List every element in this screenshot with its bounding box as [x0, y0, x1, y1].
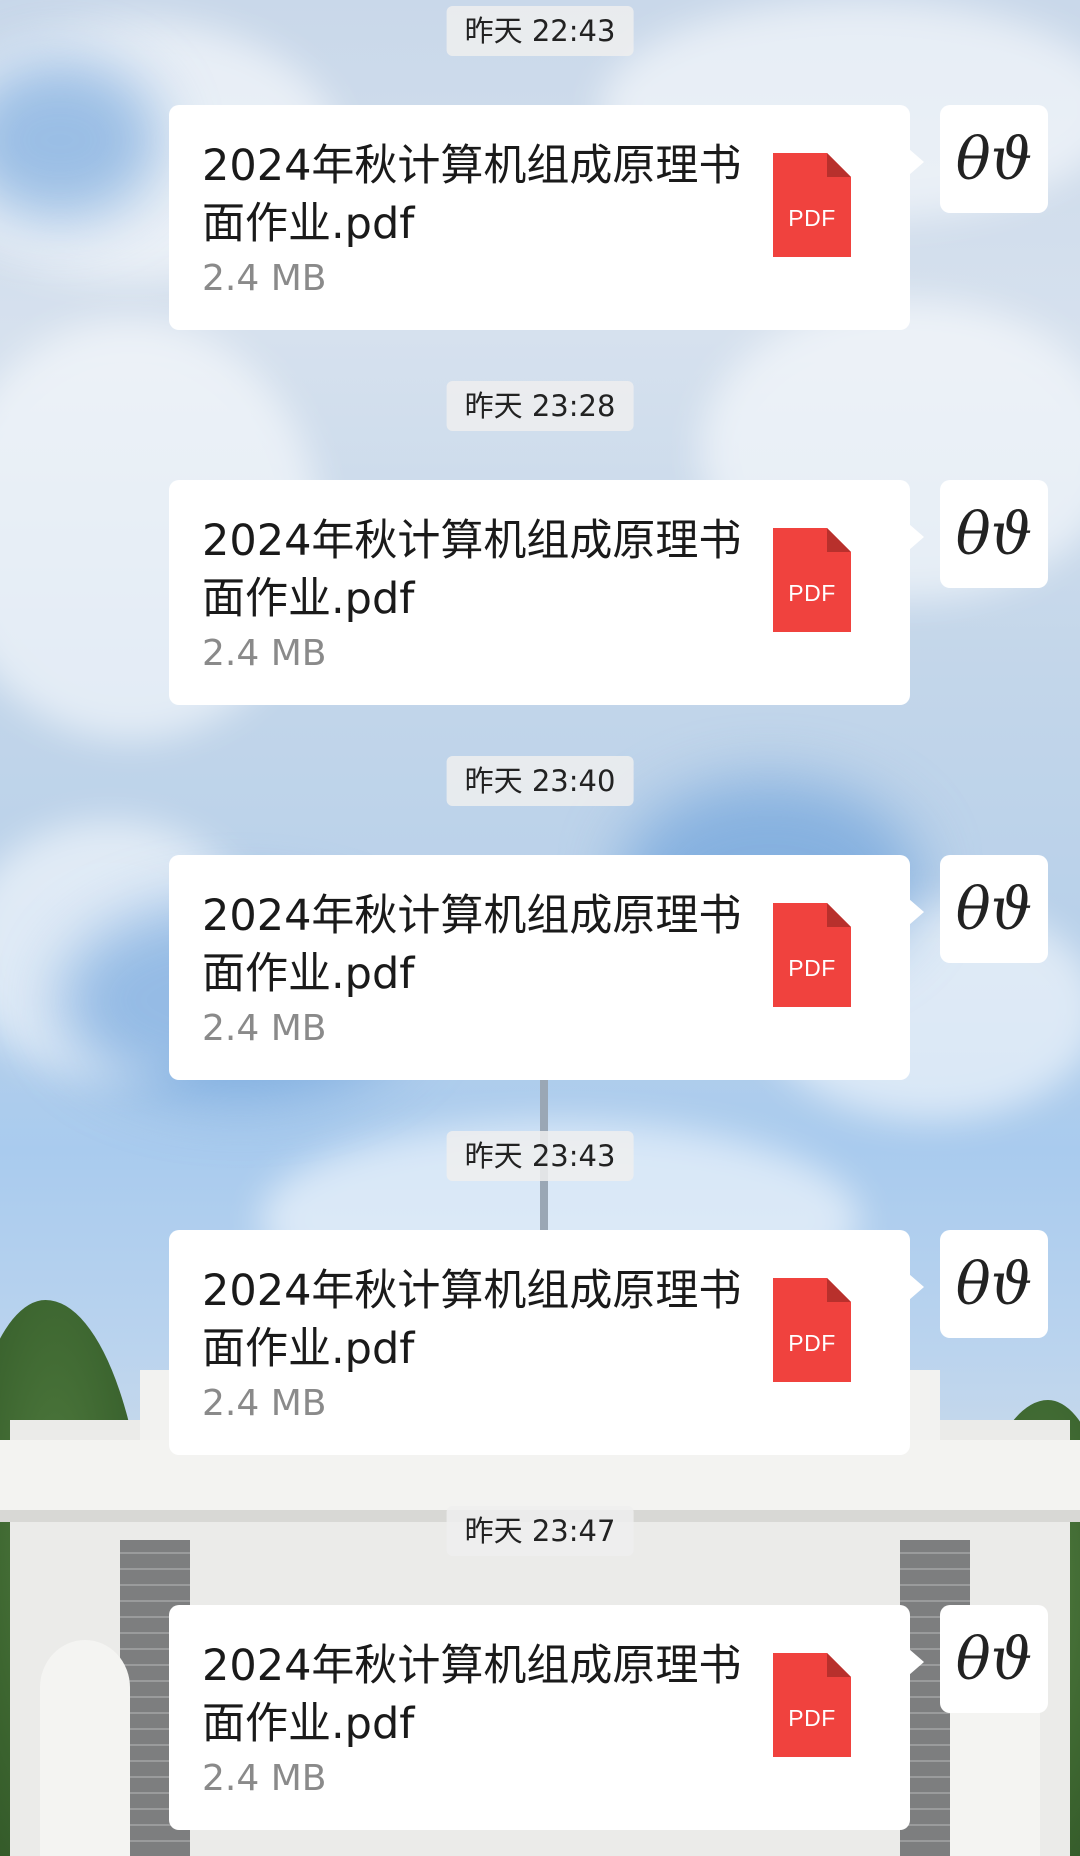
file-name: 2024年秋计算机组成原理书面作业.pdf	[202, 891, 742, 999]
pdf-label: PDF	[788, 955, 836, 981]
file-size: 2.4 MB	[202, 1383, 327, 1424]
timestamp: 昨天 23:40	[446, 756, 634, 806]
timestamp: 昨天 23:47	[446, 1506, 634, 1556]
file-name: 2024年秋计算机组成原理书面作业.pdf	[202, 1266, 742, 1374]
user-avatar[interactable]: θϑ	[940, 1230, 1048, 1338]
user-avatar[interactable]: θϑ	[940, 480, 1048, 588]
timestamp: 昨天 22:43	[446, 6, 634, 56]
file-name: 2024年秋计算机组成原理书面作业.pdf	[202, 141, 742, 249]
pdf-file-icon: PDF	[773, 528, 851, 632]
pdf-label: PDF	[788, 205, 836, 231]
user-avatar[interactable]: θϑ	[940, 855, 1048, 963]
file-size: 2.4 MB	[202, 1758, 327, 1799]
avatar-text: θϑ	[955, 1625, 1033, 1693]
avatar-text: θϑ	[955, 1250, 1033, 1318]
pdf-file-icon: PDF	[773, 903, 851, 1007]
file-message-bubble[interactable]: 2024年秋计算机组成原理书面作业.pdf 2.4 MB PDF	[169, 855, 924, 1080]
timestamp: 昨天 23:28	[446, 381, 634, 431]
file-name: 2024年秋计算机组成原理书面作业.pdf	[202, 1641, 742, 1749]
pdf-file-icon: PDF	[773, 153, 851, 257]
user-avatar[interactable]: θϑ	[940, 105, 1048, 213]
pdf-file-icon: PDF	[773, 1653, 851, 1757]
user-avatar[interactable]: θϑ	[940, 1605, 1048, 1713]
avatar-text: θϑ	[955, 875, 1033, 943]
file-name: 2024年秋计算机组成原理书面作业.pdf	[202, 516, 742, 624]
file-message-bubble[interactable]: 2024年秋计算机组成原理书面作业.pdf 2.4 MB PDF	[169, 480, 924, 705]
file-message-bubble[interactable]: 2024年秋计算机组成原理书面作业.pdf 2.4 MB PDF	[169, 105, 924, 330]
pdf-label: PDF	[788, 1330, 836, 1356]
pdf-label: PDF	[788, 580, 836, 606]
pdf-label: PDF	[788, 1705, 836, 1731]
avatar-text: θϑ	[955, 500, 1033, 568]
timestamp: 昨天 23:43	[446, 1131, 634, 1181]
avatar-text: θϑ	[955, 125, 1033, 193]
file-message-bubble[interactable]: 2024年秋计算机组成原理书面作业.pdf 2.4 MB PDF	[169, 1230, 924, 1455]
file-size: 2.4 MB	[202, 258, 327, 299]
pdf-file-icon: PDF	[773, 1278, 851, 1382]
file-message-bubble[interactable]: 2024年秋计算机组成原理书面作业.pdf 2.4 MB PDF	[169, 1605, 924, 1830]
file-size: 2.4 MB	[202, 633, 327, 674]
file-size: 2.4 MB	[202, 1008, 327, 1049]
